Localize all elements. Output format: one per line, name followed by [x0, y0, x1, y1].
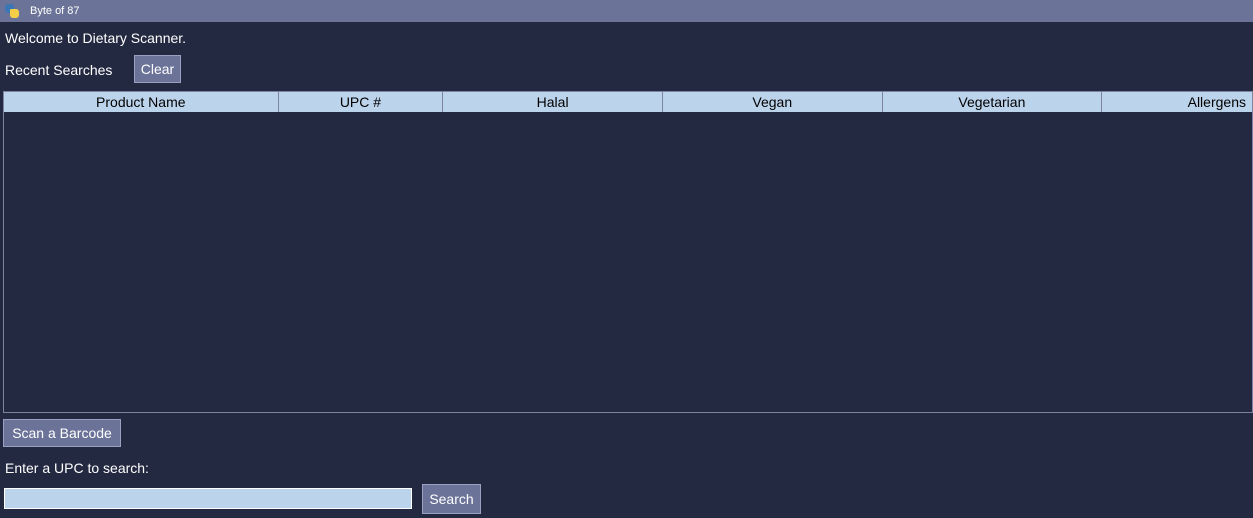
column-header-allergens[interactable]: Allergens: [1102, 92, 1252, 112]
column-header-vegan[interactable]: Vegan: [663, 92, 883, 112]
upc-search-label: Enter a UPC to search:: [5, 460, 149, 476]
column-header-upc[interactable]: UPC #: [279, 92, 444, 112]
clear-button[interactable]: Clear: [134, 55, 181, 83]
scan-barcode-button[interactable]: Scan a Barcode: [3, 419, 121, 447]
window-titlebar: Byte of 87: [0, 0, 1253, 22]
python-icon: [4, 3, 20, 19]
app-window: Welcome to Dietary Scanner. Recent Searc…: [0, 22, 1253, 518]
upc-search-input[interactable]: [4, 488, 412, 509]
window-title: Byte of 87: [30, 5, 80, 17]
table-header: Product Name UPC # Halal Vegan Vegetaria…: [4, 92, 1252, 112]
recent-searches-table[interactable]: Product Name UPC # Halal Vegan Vegetaria…: [3, 91, 1253, 413]
column-header-vegetarian[interactable]: Vegetarian: [883, 92, 1103, 112]
column-header-halal[interactable]: Halal: [443, 92, 663, 112]
search-button[interactable]: Search: [422, 484, 481, 514]
welcome-text: Welcome to Dietary Scanner.: [5, 30, 187, 46]
column-header-product-name[interactable]: Product Name: [4, 92, 279, 112]
recent-searches-label: Recent Searches: [5, 62, 113, 78]
